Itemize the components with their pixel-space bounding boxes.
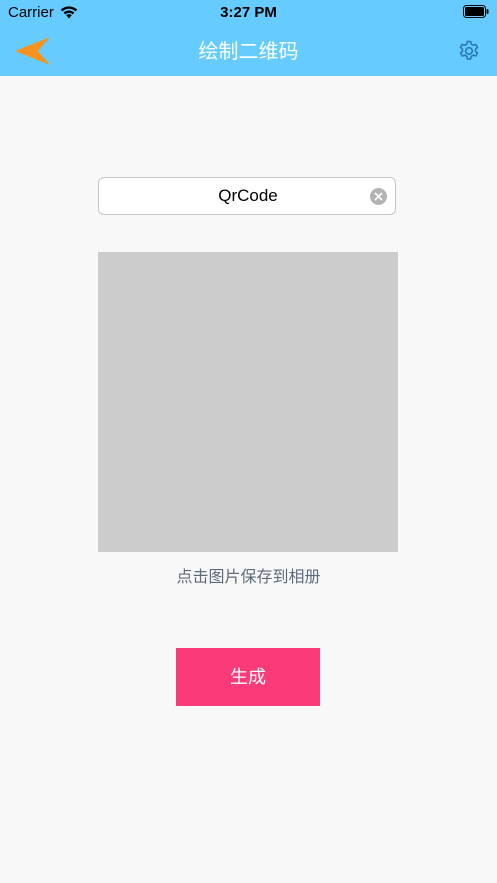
- battery-icon: [463, 5, 489, 18]
- generate-button[interactable]: 生成: [176, 648, 320, 706]
- status-time: 3:27 PM: [220, 4, 277, 21]
- clear-icon[interactable]: [370, 188, 387, 205]
- gear-icon[interactable]: [457, 39, 481, 63]
- header: Carrier 3:27 PM 绘制二维码: [0, 0, 497, 76]
- qr-text-input[interactable]: [129, 178, 367, 214]
- nav-bar: 绘制二维码: [0, 26, 497, 76]
- page-title: 绘制二维码: [198, 39, 299, 63]
- qr-code-image[interactable]: [98, 252, 398, 552]
- save-hint-label: 点击图片保存到相册: [176, 567, 321, 586]
- qr-text-field: [98, 177, 396, 215]
- status-bar: Carrier 3:27 PM: [0, 0, 497, 26]
